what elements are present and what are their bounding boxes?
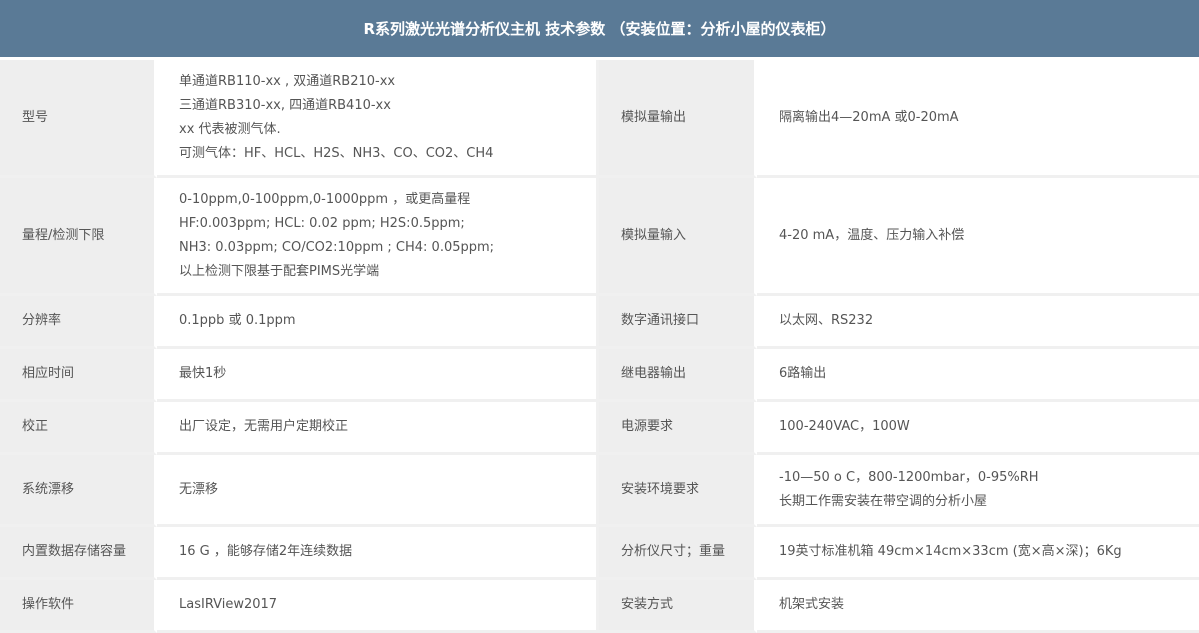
param-label: 分辨率	[0, 296, 157, 349]
value-line: 0-10ppm,0-100ppm,0-1000ppm ，或更高量程	[179, 191, 471, 207]
param-value: 隔离输出4—20mA 或0-20mA	[757, 60, 1199, 178]
table-title: R系列激光光谱分析仪主机 技术参数 （安装位置：分析小屋的仪表柜）	[0, 0, 1199, 60]
param-value: 机架式安装	[757, 580, 1199, 633]
value-line: 机架式安装	[779, 597, 845, 612]
param-value: 100-240VAC，100W	[757, 402, 1199, 455]
value-line: LasIRView2017	[179, 597, 278, 612]
param-label: 模拟量输入	[599, 178, 757, 296]
value-line: 可测气体：HF、HCL、H2S、NH3、CO、CO2、CH4	[179, 145, 494, 161]
param-value: 最快1秒	[157, 349, 599, 402]
spec-table: R系列激光光谱分析仪主机 技术参数 （安装位置：分析小屋的仪表柜） 型号 单通道R…	[0, 0, 1199, 633]
param-label: 电源要求	[599, 402, 757, 455]
param-label: 量程/检测下限	[0, 178, 157, 296]
value-line: xx 代表被测气体.	[179, 121, 281, 137]
value-line: 最快1秒	[179, 366, 227, 381]
param-label: 操作软件	[0, 580, 157, 633]
value-line: 三通道RB310-xx, 四通道RB410-xx	[179, 97, 391, 113]
value-line: 以太网、RS232	[779, 313, 874, 328]
table-row: 分辨率 0.1ppb 或 0.1ppm 数字通讯接口 以太网、RS232	[0, 296, 1199, 349]
value-line: 出厂设定，无需用户定期校正	[179, 419, 349, 434]
param-value: 4-20 mA，温度、压力输入补偿	[757, 178, 1199, 296]
param-value: -10—50 o C，800-1200mbar，0-95%RH 长期工作需安装在带…	[757, 455, 1199, 527]
value-line: -10—50 o C，800-1200mbar，0-95%RH	[779, 469, 1039, 485]
value-line: NH3: 0.03ppm; CO/CO2:10ppm ; CH4: 0.05pp…	[179, 239, 495, 255]
param-label: 分析仪尺寸；重量	[599, 527, 757, 580]
param-label: 型号	[0, 60, 157, 178]
value-line: 16 G ，能够存储2年连续数据	[179, 544, 353, 559]
table-row: 相应时间 最快1秒 继电器输出 6路输出	[0, 349, 1199, 402]
value-line: 单通道RB110-xx , 双通道RB210-xx	[179, 73, 396, 89]
spec-rows: 型号 单通道RB110-xx , 双通道RB210-xx 三通道RB310-xx, …	[0, 60, 1199, 633]
param-value: 无漂移	[157, 455, 599, 527]
value-line: 隔离输出4—20mA 或0-20mA	[779, 109, 959, 125]
table-row: 系统漂移 无漂移 安装环境要求 -10—50 o C，800-1200mbar，0-9…	[0, 455, 1199, 527]
table-row: 量程/检测下限 0-10ppm,0-100ppm,0-1000ppm ，或更高量程…	[0, 178, 1199, 296]
param-value: 出厂设定，无需用户定期校正	[157, 402, 599, 455]
param-label: 内置数据存储容量	[0, 527, 157, 580]
value-line: 以上检测下限基于配套PIMS光学端	[179, 263, 380, 279]
param-label: 继电器输出	[599, 349, 757, 402]
param-value: 16 G ，能够存储2年连续数据	[157, 527, 599, 580]
param-label: 相应时间	[0, 349, 157, 402]
value-line: 19英寸标准机箱 49cm×14cm×33cm (宽×高×深)；6Kg	[779, 544, 1122, 559]
param-label: 安装环境要求	[599, 455, 757, 527]
param-value: 0-10ppm,0-100ppm,0-1000ppm ，或更高量程 HF:0.00…	[157, 178, 599, 296]
table-row: 校正 出厂设定，无需用户定期校正 电源要求 100-240VAC，100W	[0, 402, 1199, 455]
value-line: 100-240VAC，100W	[779, 419, 910, 434]
param-label: 校正	[0, 402, 157, 455]
param-value: 单通道RB110-xx , 双通道RB210-xx 三通道RB310-xx, 四通…	[157, 60, 599, 178]
value-line: 无漂移	[179, 481, 219, 497]
param-label: 数字通讯接口	[599, 296, 757, 349]
param-value: 6路输出	[757, 349, 1199, 402]
value-line: 0.1ppb 或 0.1ppm	[179, 313, 296, 328]
param-label: 系统漂移	[0, 455, 157, 527]
param-value: 19英寸标准机箱 49cm×14cm×33cm (宽×高×深)；6Kg	[757, 527, 1199, 580]
value-line: 4-20 mA，温度、压力输入补偿	[779, 227, 965, 243]
table-row: 操作软件 LasIRView2017 安装方式 机架式安装	[0, 580, 1199, 633]
table-row: 内置数据存储容量 16 G ，能够存储2年连续数据 分析仪尺寸；重量 19英寸标准机箱…	[0, 527, 1199, 580]
value-line: HF:0.003ppm; HCL: 0.02 ppm; H2S:0.5ppm;	[179, 215, 465, 231]
table-row: 型号 单通道RB110-xx , 双通道RB210-xx 三通道RB310-xx, …	[0, 60, 1199, 178]
param-value: 0.1ppb 或 0.1ppm	[157, 296, 599, 349]
value-line: 6路输出	[779, 366, 827, 381]
param-value: 以太网、RS232	[757, 296, 1199, 349]
value-line: 长期工作需安装在带空调的分析小屋	[779, 493, 988, 509]
param-label: 模拟量输出	[599, 60, 757, 178]
param-label: 安装方式	[599, 580, 757, 633]
param-value: LasIRView2017	[157, 580, 599, 633]
